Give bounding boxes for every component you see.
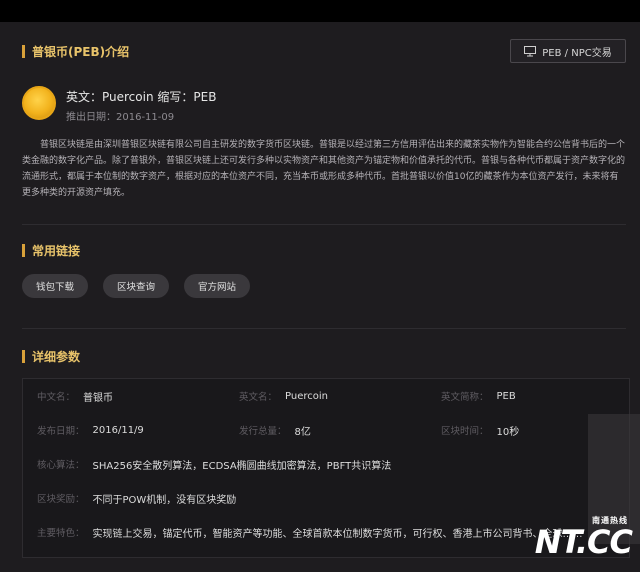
- params-row: 发布日期： 2016/11/9 发行总量： 8亿 区块时间： 10秒: [23, 413, 629, 447]
- param-value: 普银币: [83, 392, 114, 404]
- param-features: 主要特色： 实现链上交易，锚定代币，智能资产等功能、全球首款本位制数字货币，可行…: [37, 525, 583, 540]
- param-release-date: 发布日期： 2016/11/9: [37, 423, 144, 438]
- official-site-button[interactable]: 官方网站: [184, 274, 251, 298]
- intro-title-text: 普银币(PEB)介绍: [32, 45, 130, 59]
- param-label: 区块奖励：: [37, 494, 85, 505]
- param-value: 2016/11/9: [92, 424, 144, 436]
- param-label: 发布日期：: [37, 426, 85, 437]
- intro-section-title: 普银币(PEB)介绍: [22, 43, 129, 60]
- params-title-text: 详细参数: [32, 350, 81, 364]
- param-label: 英文简称：: [441, 392, 489, 403]
- divider: [22, 328, 626, 329]
- coin-detail-panel: 普银币(PEB)介绍 PEB / NPC交易 英文：Puercoin 缩写：PE…: [0, 22, 640, 572]
- trade-pair-button[interactable]: PEB / NPC交易: [510, 39, 626, 63]
- divider: [22, 224, 626, 225]
- trade-button-label: PEB / NPC交易: [542, 47, 612, 59]
- links-group: 钱包下载 区块查询 官方网站: [22, 274, 251, 298]
- param-value: PEB: [496, 390, 516, 402]
- params-row: 中文名： 普银币 英文名： Puercoin 英文简称： PEB: [23, 379, 629, 413]
- block-explorer-button[interactable]: 区块查询: [103, 274, 170, 298]
- param-value: SHA256安全散列算法，ECDSA椭圆曲线加密算法，PBFT共识算法: [92, 460, 392, 472]
- wallet-download-button[interactable]: 钱包下载: [22, 274, 89, 298]
- section-accent-bar: [22, 350, 25, 363]
- params-row: 区块奖励： 不同于POW机制，没有区块奖励: [23, 481, 629, 515]
- param-label: 中文名：: [37, 392, 76, 403]
- param-value: Puercoin: [285, 390, 328, 402]
- param-algorithm: 核心算法： SHA256安全散列算法，ECDSA椭圆曲线加密算法，PBFT共识算…: [37, 457, 391, 472]
- param-value: 实现链上交易，锚定代币，智能资产等功能、全球首款本位制数字货币，可行权、香港上市…: [92, 528, 583, 540]
- param-value: 10秒: [496, 426, 520, 438]
- param-en-name: 英文名： Puercoin: [239, 389, 328, 404]
- coin-name-line: 英文：Puercoin 缩写：PEB: [66, 90, 217, 104]
- coin-date-line: 推出日期：2016-11-09: [66, 112, 175, 123]
- param-label: 英文名：: [239, 392, 278, 403]
- param-label: 核心算法：: [37, 460, 85, 471]
- param-value: 不同于POW机制，没有区块奖励: [92, 494, 237, 506]
- links-section-title: 常用链接: [22, 242, 80, 259]
- param-block-time: 区块时间： 10秒: [441, 423, 519, 438]
- links-title-text: 常用链接: [32, 244, 81, 258]
- param-block-reward: 区块奖励： 不同于POW机制，没有区块奖励: [37, 491, 236, 506]
- section-accent-bar: [22, 45, 25, 58]
- param-value: 8亿: [294, 426, 311, 438]
- monitor-icon: [524, 45, 537, 57]
- site-watermark: 南通热线 NT.CC: [534, 515, 633, 561]
- section-accent-bar: [22, 244, 25, 257]
- param-cn-name: 中文名： 普银币: [37, 389, 113, 404]
- param-en-abbr: 英文简称： PEB: [441, 389, 516, 404]
- param-total-supply: 发行总量： 8亿: [239, 423, 311, 438]
- params-section-title: 详细参数: [22, 348, 80, 365]
- param-label: 主要特色：: [37, 528, 85, 539]
- coin-logo: [22, 86, 56, 120]
- params-row: 核心算法： SHA256安全散列算法，ECDSA椭圆曲线加密算法，PBFT共识算…: [23, 447, 629, 481]
- intro-paragraph: 普银区块链是由深圳普银区块链有限公司自主研发的数字货币区块链。普银是以经过第三方…: [22, 140, 626, 198]
- watermark-logo-text: NT.CC: [534, 523, 633, 561]
- param-label: 发行总量：: [239, 426, 287, 437]
- param-label: 区块时间：: [441, 426, 489, 437]
